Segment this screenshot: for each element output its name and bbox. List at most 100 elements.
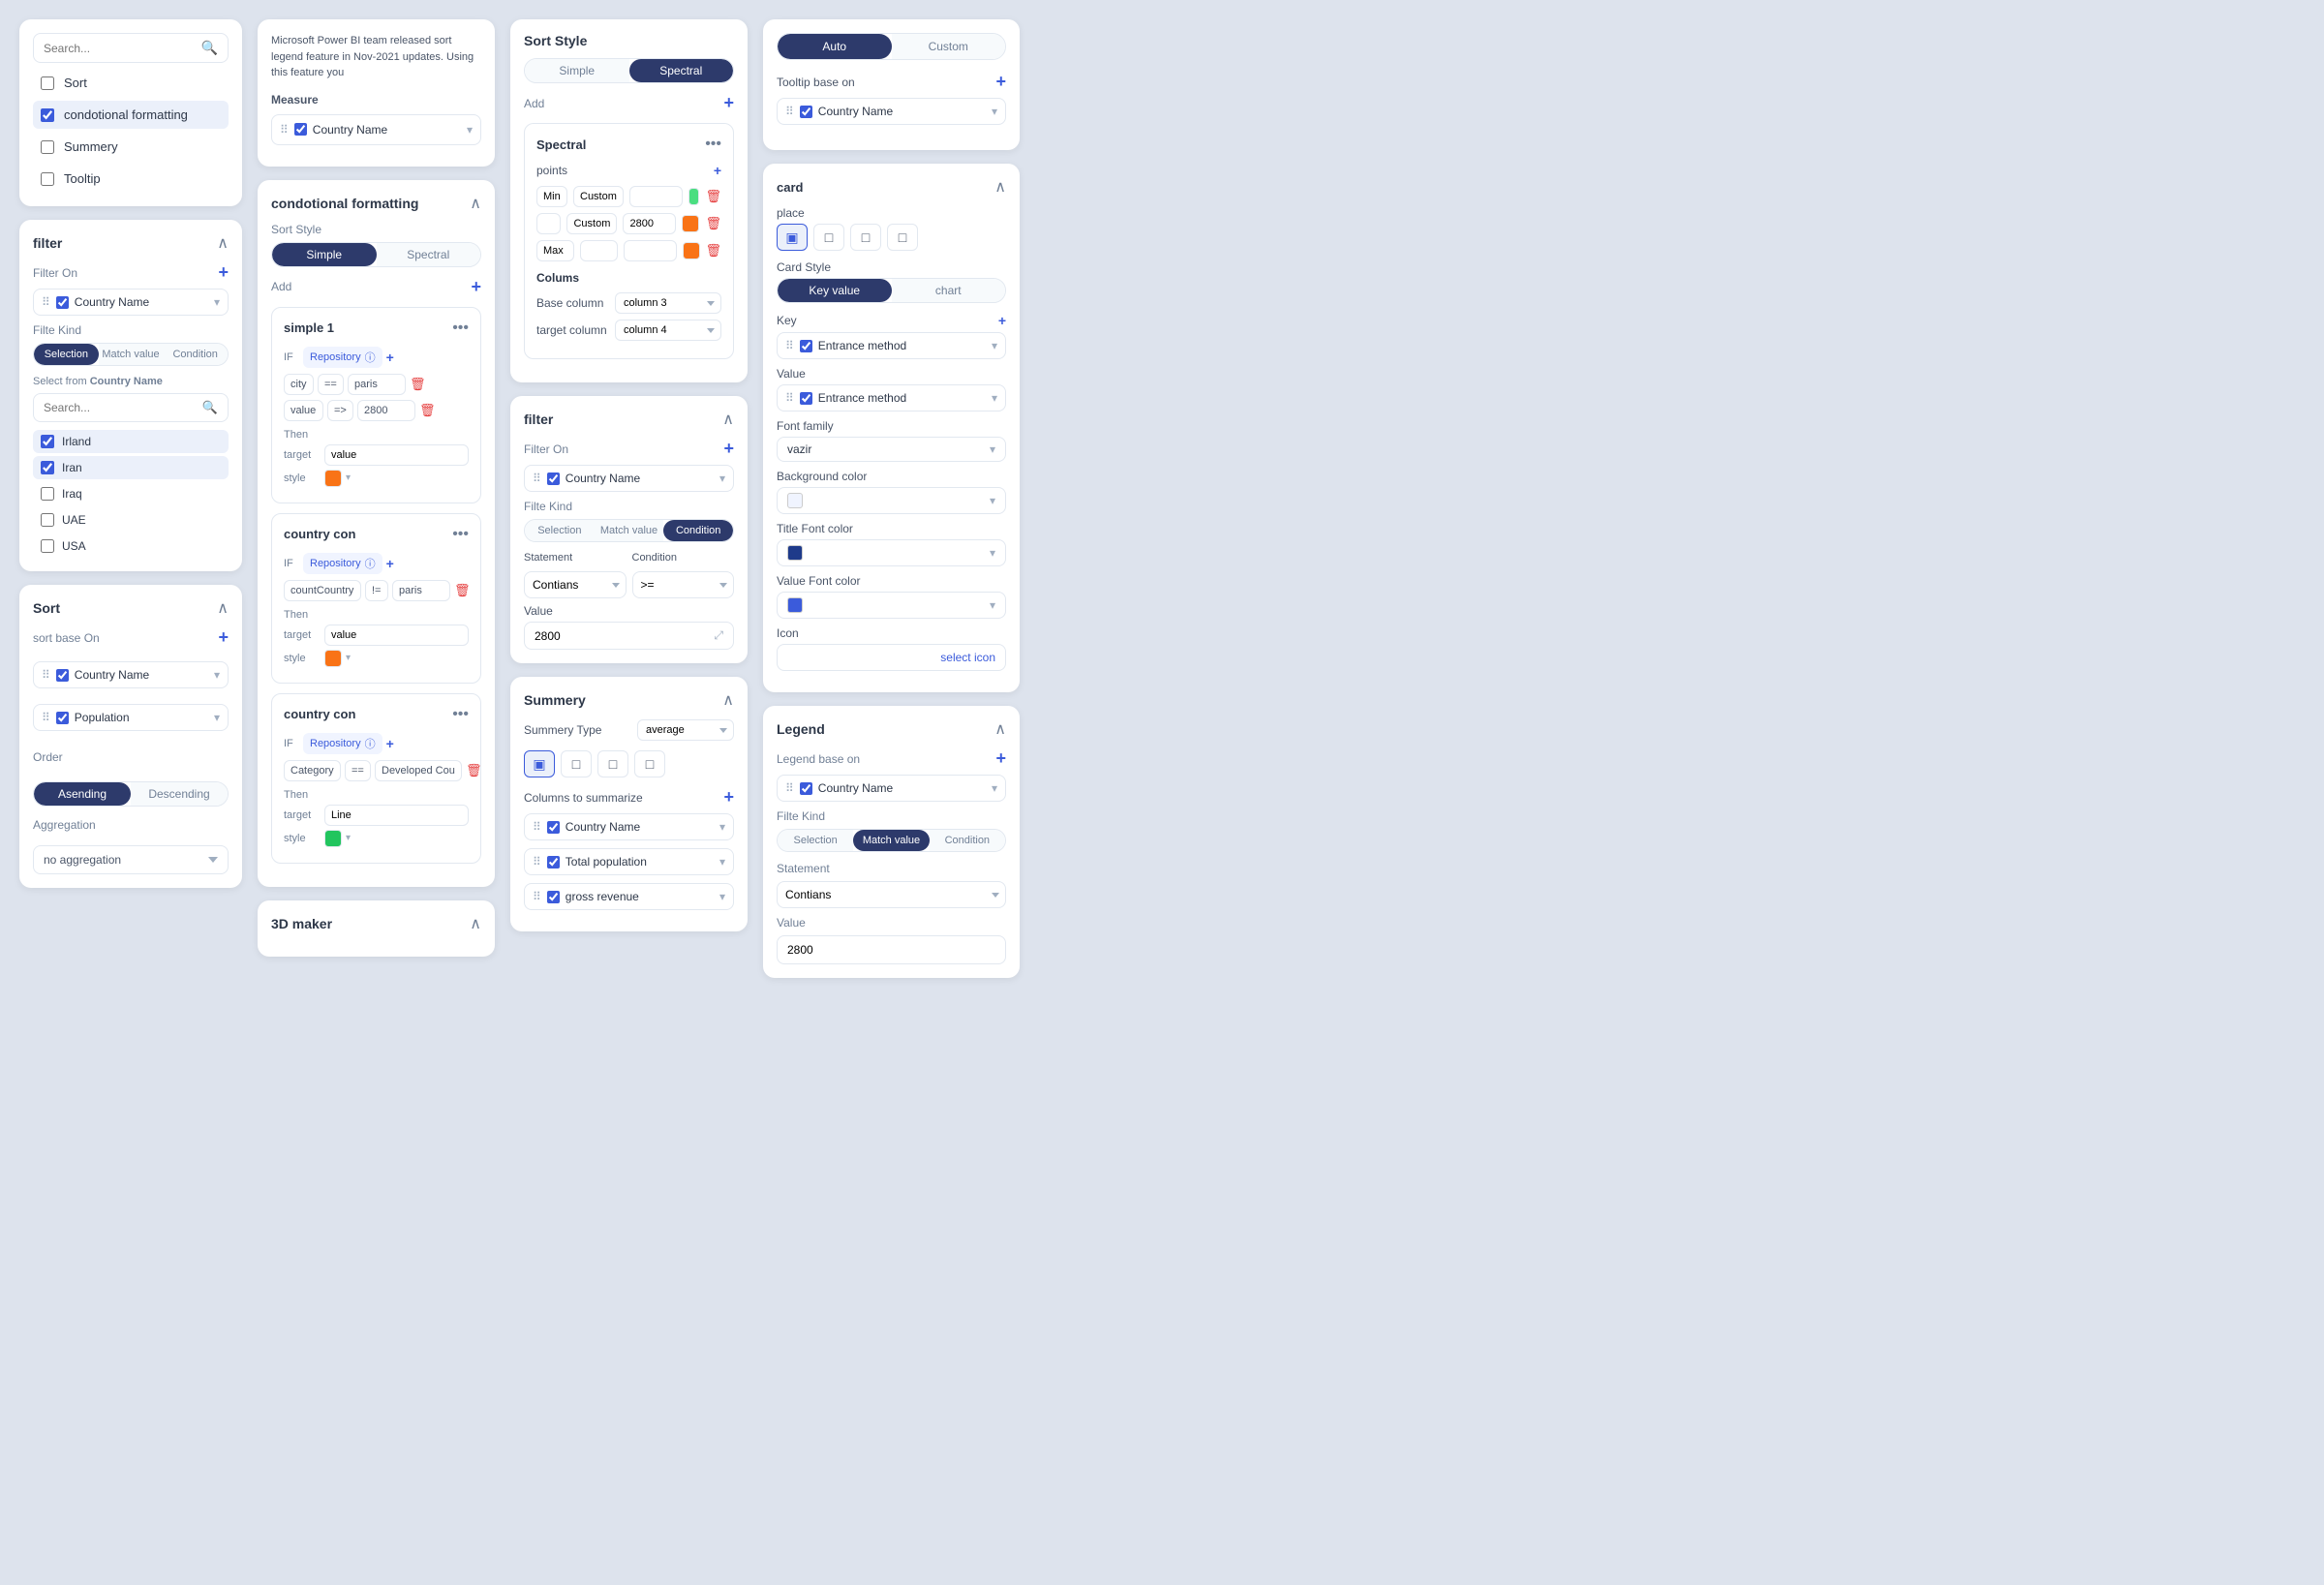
drag-s1[interactable]: ⠿ — [533, 820, 541, 834]
menu-item-summery[interactable]: Summery — [33, 133, 229, 161]
mid-color-swatch[interactable] — [682, 215, 699, 232]
font-family-caret[interactable]: ▾ — [990, 442, 995, 456]
order-desc[interactable]: Descending — [131, 782, 228, 806]
country-uae[interactable]: UAE — [33, 508, 229, 532]
target-select-1[interactable]: value — [324, 444, 469, 466]
auto-pill[interactable]: Auto — [778, 34, 892, 59]
place-icon-2[interactable]: □ — [597, 750, 628, 777]
legend-match[interactable]: Match value — [853, 830, 929, 851]
sort-country-checkbox[interactable] — [56, 669, 69, 682]
del-btn-3[interactable]: 🗑 — [466, 763, 482, 778]
menu-item-cond-fmt[interactable]: condotional formatting — [33, 101, 229, 129]
if-field-select-3[interactable]: Category — [284, 760, 341, 781]
country-search-input[interactable] — [44, 401, 197, 414]
country-iran[interactable]: Iran — [33, 456, 229, 479]
bg-color-caret[interactable]: ▾ — [990, 494, 995, 507]
aggregation-select[interactable]: no aggregation sum average — [33, 845, 229, 874]
cond-fmt-collapse[interactable]: ∧ — [470, 194, 481, 213]
repo-badge-3[interactable]: Repository ⓘ — [303, 733, 382, 754]
order-asc[interactable]: Asending — [34, 782, 131, 806]
tooltip-checkbox[interactable] — [800, 106, 812, 118]
uae-checkbox[interactable] — [41, 513, 54, 527]
del-btn-1[interactable]: 🗑 — [410, 377, 426, 392]
card-collapse[interactable]: ∧ — [994, 177, 1006, 197]
card-title[interactable]: card ∧ — [777, 177, 1006, 197]
title-color-caret[interactable]: ▾ — [990, 546, 995, 560]
max-del-btn[interactable]: 🗑 — [706, 243, 722, 259]
target-col-select[interactable]: column 4 — [615, 320, 721, 341]
legend-field-caret[interactable]: ▾ — [992, 781, 997, 795]
kind-selection[interactable]: Selection — [34, 344, 99, 365]
3d-maker-collapse[interactable]: ∧ — [470, 914, 481, 933]
search-bar[interactable]: 🔍 — [33, 33, 229, 63]
base-col-select[interactable]: column 3 — [615, 292, 721, 314]
place-icon-0[interactable]: ▣ — [524, 750, 555, 777]
select-icon-btn[interactable]: select icon — [940, 651, 995, 664]
summery-totalpop-checkbox[interactable] — [547, 856, 560, 869]
value-checkbox[interactable] — [800, 392, 812, 405]
style-spectral[interactable]: Spectral — [377, 243, 481, 266]
legend-stmt-select[interactable]: Contians — [777, 881, 1006, 908]
legend-field-checkbox[interactable] — [800, 782, 812, 795]
summery-checkbox[interactable] — [41, 140, 54, 154]
value-input[interactable] — [535, 629, 714, 643]
kind-condition[interactable]: Condition — [163, 344, 228, 365]
measure-caret[interactable]: ▾ — [467, 123, 473, 137]
filter-col3-caret[interactable]: ▾ — [719, 472, 725, 485]
filter-collapse-btn[interactable]: ∧ — [217, 233, 229, 253]
summery-revenue-caret[interactable]: ▾ — [719, 890, 725, 903]
if-field-select-1b[interactable]: value — [284, 400, 323, 421]
menu-item-tooltip[interactable]: Tooltip — [33, 165, 229, 193]
target-select-2[interactable]: value — [324, 625, 469, 646]
if-value-1[interactable] — [348, 374, 406, 395]
columns-to-sum-add[interactable]: + — [723, 787, 734, 808]
sort-pop-checkbox[interactable] — [56, 712, 69, 724]
if-op-select-3[interactable]: == — [345, 760, 371, 781]
card-place-3[interactable]: □ — [887, 224, 918, 251]
mid-del-btn[interactable]: 🗑 — [705, 216, 721, 231]
target-select-3[interactable]: Line — [324, 805, 469, 826]
drag-value[interactable]: ⠿ — [785, 391, 794, 405]
style-swatch-1[interactable] — [324, 470, 342, 487]
filter-col3-add-btn[interactable]: + — [723, 439, 734, 459]
kind-match[interactable]: Match value — [99, 344, 164, 365]
drag-icon[interactable]: ⠿ — [42, 295, 50, 309]
measure-checkbox[interactable] — [294, 123, 307, 136]
iraq-checkbox[interactable] — [41, 487, 54, 501]
card-place-1[interactable]: □ — [813, 224, 844, 251]
max-select[interactable]: Max — [536, 240, 574, 261]
sort-collapse-btn[interactable]: ∧ — [217, 598, 229, 618]
drag-legend[interactable]: ⠿ — [785, 781, 794, 795]
filter-field-caret[interactable]: ▾ — [214, 295, 220, 309]
min-color-swatch[interactable] — [688, 188, 699, 205]
legend-value-input[interactable] — [777, 935, 1006, 964]
style-swatch-3[interactable] — [324, 830, 342, 847]
repo-badge-1[interactable]: Repository ⓘ — [303, 347, 382, 368]
legend-base-add[interactable]: + — [995, 748, 1006, 769]
tooltip-add-btn[interactable]: + — [995, 72, 1006, 92]
if-add-btn-3[interactable]: + — [386, 736, 394, 751]
search-input[interactable] — [44, 42, 196, 55]
drag-s2[interactable]: ⠿ — [533, 855, 541, 869]
filter-field-checkbox[interactable] — [56, 296, 69, 309]
block3-dots[interactable]: ••• — [452, 706, 469, 723]
min-del-btn[interactable]: 🗑 — [705, 189, 721, 204]
add-cond-btn[interactable]: + — [471, 277, 481, 297]
condition-select[interactable]: >= — [632, 571, 735, 598]
cond-fmt-checkbox[interactable] — [41, 108, 54, 122]
block1-dots[interactable]: ••• — [452, 320, 469, 337]
filter-col3-selection[interactable]: Selection — [525, 520, 595, 541]
custom-pill[interactable]: Custom — [892, 34, 1006, 59]
card-place-0[interactable]: ▣ — [777, 224, 808, 251]
min-value-input[interactable] — [629, 186, 683, 207]
drag-icon-1[interactable]: ⠿ — [42, 668, 50, 682]
tooltip-caret[interactable]: ▾ — [992, 105, 997, 118]
key-caret[interactable]: ▾ — [992, 339, 997, 352]
value-color-caret[interactable]: ▾ — [990, 598, 995, 612]
sort-spectral-pill[interactable]: Spectral — [629, 59, 734, 82]
points-add-btn[interactable]: + — [714, 163, 721, 178]
repo-badge-2[interactable]: Repository ⓘ — [303, 553, 382, 574]
cs-chart[interactable]: chart — [892, 279, 1006, 302]
drag-tooltip[interactable]: ⠿ — [785, 105, 794, 118]
country-iraq[interactable]: Iraq — [33, 482, 229, 505]
